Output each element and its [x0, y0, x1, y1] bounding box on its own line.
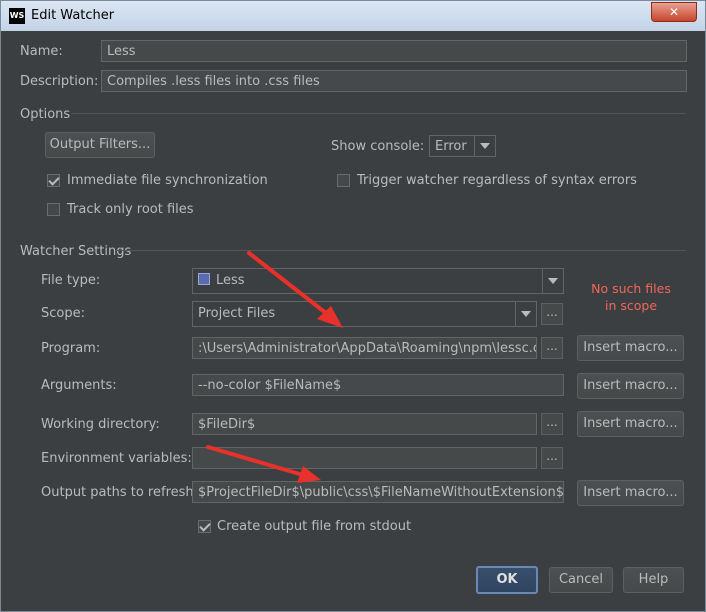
edit-watcher-dialog: WS Edit Watcher ✕ Name: Less Description… — [0, 0, 706, 612]
annotation-arrows — [206, 251, 343, 483]
annotation-arrow-head — [297, 466, 321, 483]
annotation-arrow-line — [247, 251, 333, 319]
annotation-arrow-line — [206, 445, 305, 477]
